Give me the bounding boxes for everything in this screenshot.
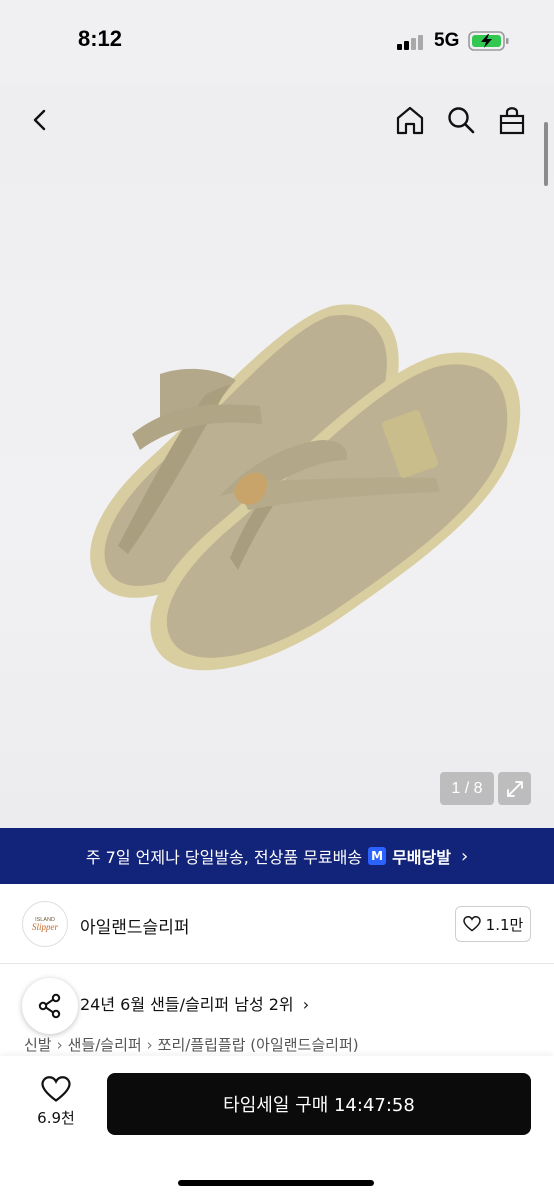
back-button[interactable] (22, 101, 60, 139)
home-indicator (178, 1180, 374, 1186)
chevron-left-icon (33, 109, 46, 131)
banner-text: 주 7일 언제나 당일발송, 전상품 무료배송 (85, 848, 363, 867)
brand-like-button[interactable]: 1.1만 (455, 906, 531, 942)
ranking-label: 24년 6월 샌들/슬리퍼 남성 2위 (80, 995, 294, 1014)
brand-row[interactable]: ISLAND Slipper 아일랜드슬리퍼 1.1만 (0, 884, 554, 964)
product-image-gallery[interactable]: 1 / 8 (0, 84, 554, 828)
home-icon (396, 106, 424, 135)
banner-brand: 무배당발 (392, 848, 451, 867)
scrollbar-thumb[interactable] (544, 122, 548, 186)
breadcrumb-item[interactable]: 신발 (24, 1036, 52, 1054)
heart-icon (462, 916, 481, 932)
signal-icon (397, 34, 425, 50)
brand-logo[interactable]: ISLAND Slipper (22, 901, 68, 947)
search-button[interactable] (442, 101, 480, 139)
breadcrumb: 신발 › 샌들/슬리퍼 › 쪼리/플립플랍 (아일랜드슬리퍼) (24, 1034, 359, 1055)
shipping-banner[interactable]: 주 7일 언제나 당일발송, 전상품 무료배송 M 무배당발 › (0, 828, 554, 884)
bottom-purchase-bar: 6.9천 타임세일 구매 14:47:58 (0, 1056, 554, 1200)
image-counter: 1 / 8 (440, 772, 494, 805)
island-slipper-logo-icon: ISLAND Slipper (32, 917, 58, 932)
shopping-bag-icon (499, 107, 525, 135)
expand-button[interactable] (498, 772, 531, 805)
breadcrumb-separator: › (56, 1036, 63, 1054)
wish-count: 6.9천 (37, 1109, 75, 1127)
expand-arrows-icon (506, 780, 523, 797)
wish-button[interactable]: 6.9천 (28, 1076, 84, 1128)
home-button[interactable] (391, 101, 429, 139)
share-icon (38, 993, 61, 1019)
m-badge-icon: M (368, 847, 387, 865)
buy-button[interactable]: 타임세일 구매 14:47:58 (107, 1073, 531, 1135)
network-label: 5G (434, 30, 460, 51)
heart-icon (41, 1076, 71, 1102)
status-time: 8:12 (78, 26, 123, 51)
cart-button[interactable] (493, 101, 531, 139)
brand-name[interactable]: 아일랜드슬리퍼 (80, 913, 189, 938)
share-button[interactable] (22, 978, 78, 1034)
breadcrumb-separator: › (146, 1036, 153, 1054)
ranking-link[interactable]: 24년 6월 샌들/슬리퍼 남성 2위 › (80, 991, 309, 1015)
breadcrumb-item[interactable]: 쪼리/플립플랍 (아일랜드슬리퍼) (158, 1036, 359, 1054)
brand-like-count: 1.1만 (485, 915, 524, 934)
battery-icon (468, 31, 509, 51)
svg-text:Slipper: Slipper (32, 922, 58, 932)
search-icon (448, 107, 475, 134)
product-image (90, 304, 521, 671)
chevron-right-icon: › (302, 995, 310, 1014)
breadcrumb-item[interactable]: 샌들/슬리퍼 (68, 1036, 142, 1054)
chevron-right-icon: › (460, 845, 469, 867)
status-bar: 8:12 5G (0, 0, 554, 84)
